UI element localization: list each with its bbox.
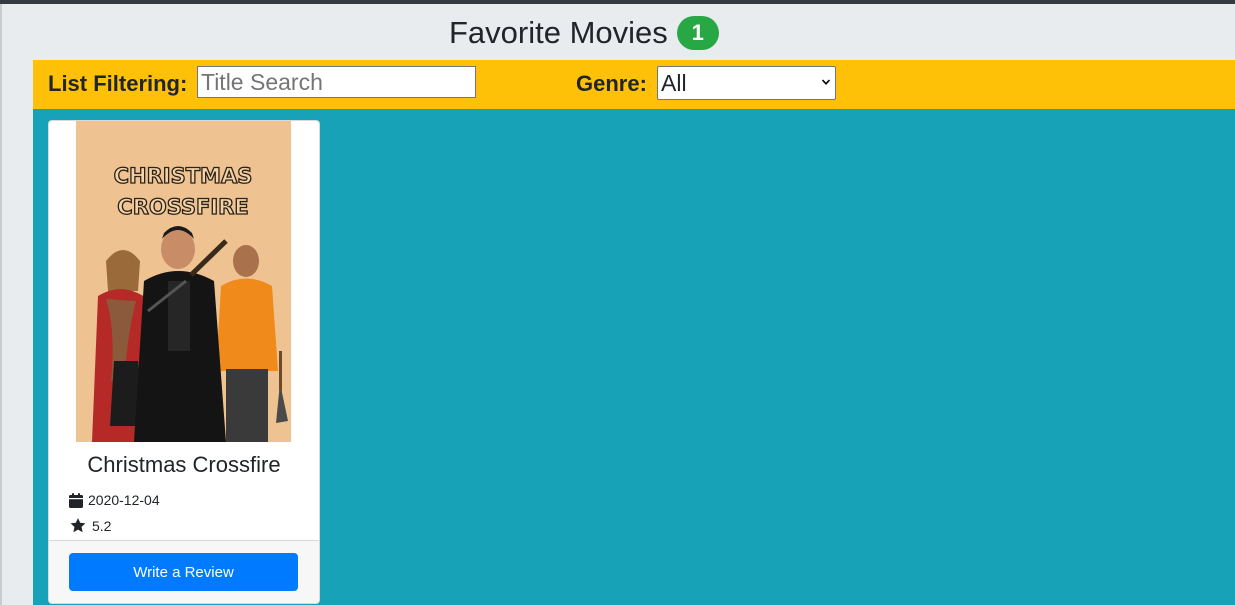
list-filtering-label: List Filtering: [48,71,188,96]
poster-title-line1: CHRISTMAS [114,164,253,188]
release-date: 2020-12-04 [88,492,160,508]
movie-poster: CHRISTMAS CROSSFIRE [76,121,291,442]
rating-row: 5.2 [69,517,111,534]
page-title: Favorite Movies [449,15,668,50]
genre-select[interactable]: All [657,66,836,100]
write-review-button[interactable]: Write a Review [69,553,298,591]
card-footer: Write a Review [49,540,319,603]
movie-count-badge: 1 [676,16,719,50]
rating-value: 5.2 [92,517,112,534]
movie-card: CHRISTMAS CROSSFIRE Christmas Crossfire … [48,120,320,604]
genre-label: Genre: [576,71,647,96]
star-icon [70,518,86,533]
poster-title-line2: CROSSFIRE [117,195,248,219]
poster-artwork: CHRISTMAS CROSSFIRE [76,121,291,442]
release-date-row: 2020-12-04 [69,492,160,508]
title-search-input[interactable] [197,66,476,98]
genre-selected-value: All [661,69,687,96]
filter-bar: List Filtering: Genre: All [33,60,1235,109]
window-left-edge [0,4,2,605]
movie-list: CHRISTMAS CROSSFIRE Christmas Crossfire … [33,109,1235,605]
page-header: Favorite Movies 1 [0,4,1235,60]
chevron-down-icon [822,79,830,85]
movie-title: Christmas Crossfire [87,452,281,477]
title-group: Favorite Movies 1 [449,15,719,51]
calendar-icon [69,492,83,508]
